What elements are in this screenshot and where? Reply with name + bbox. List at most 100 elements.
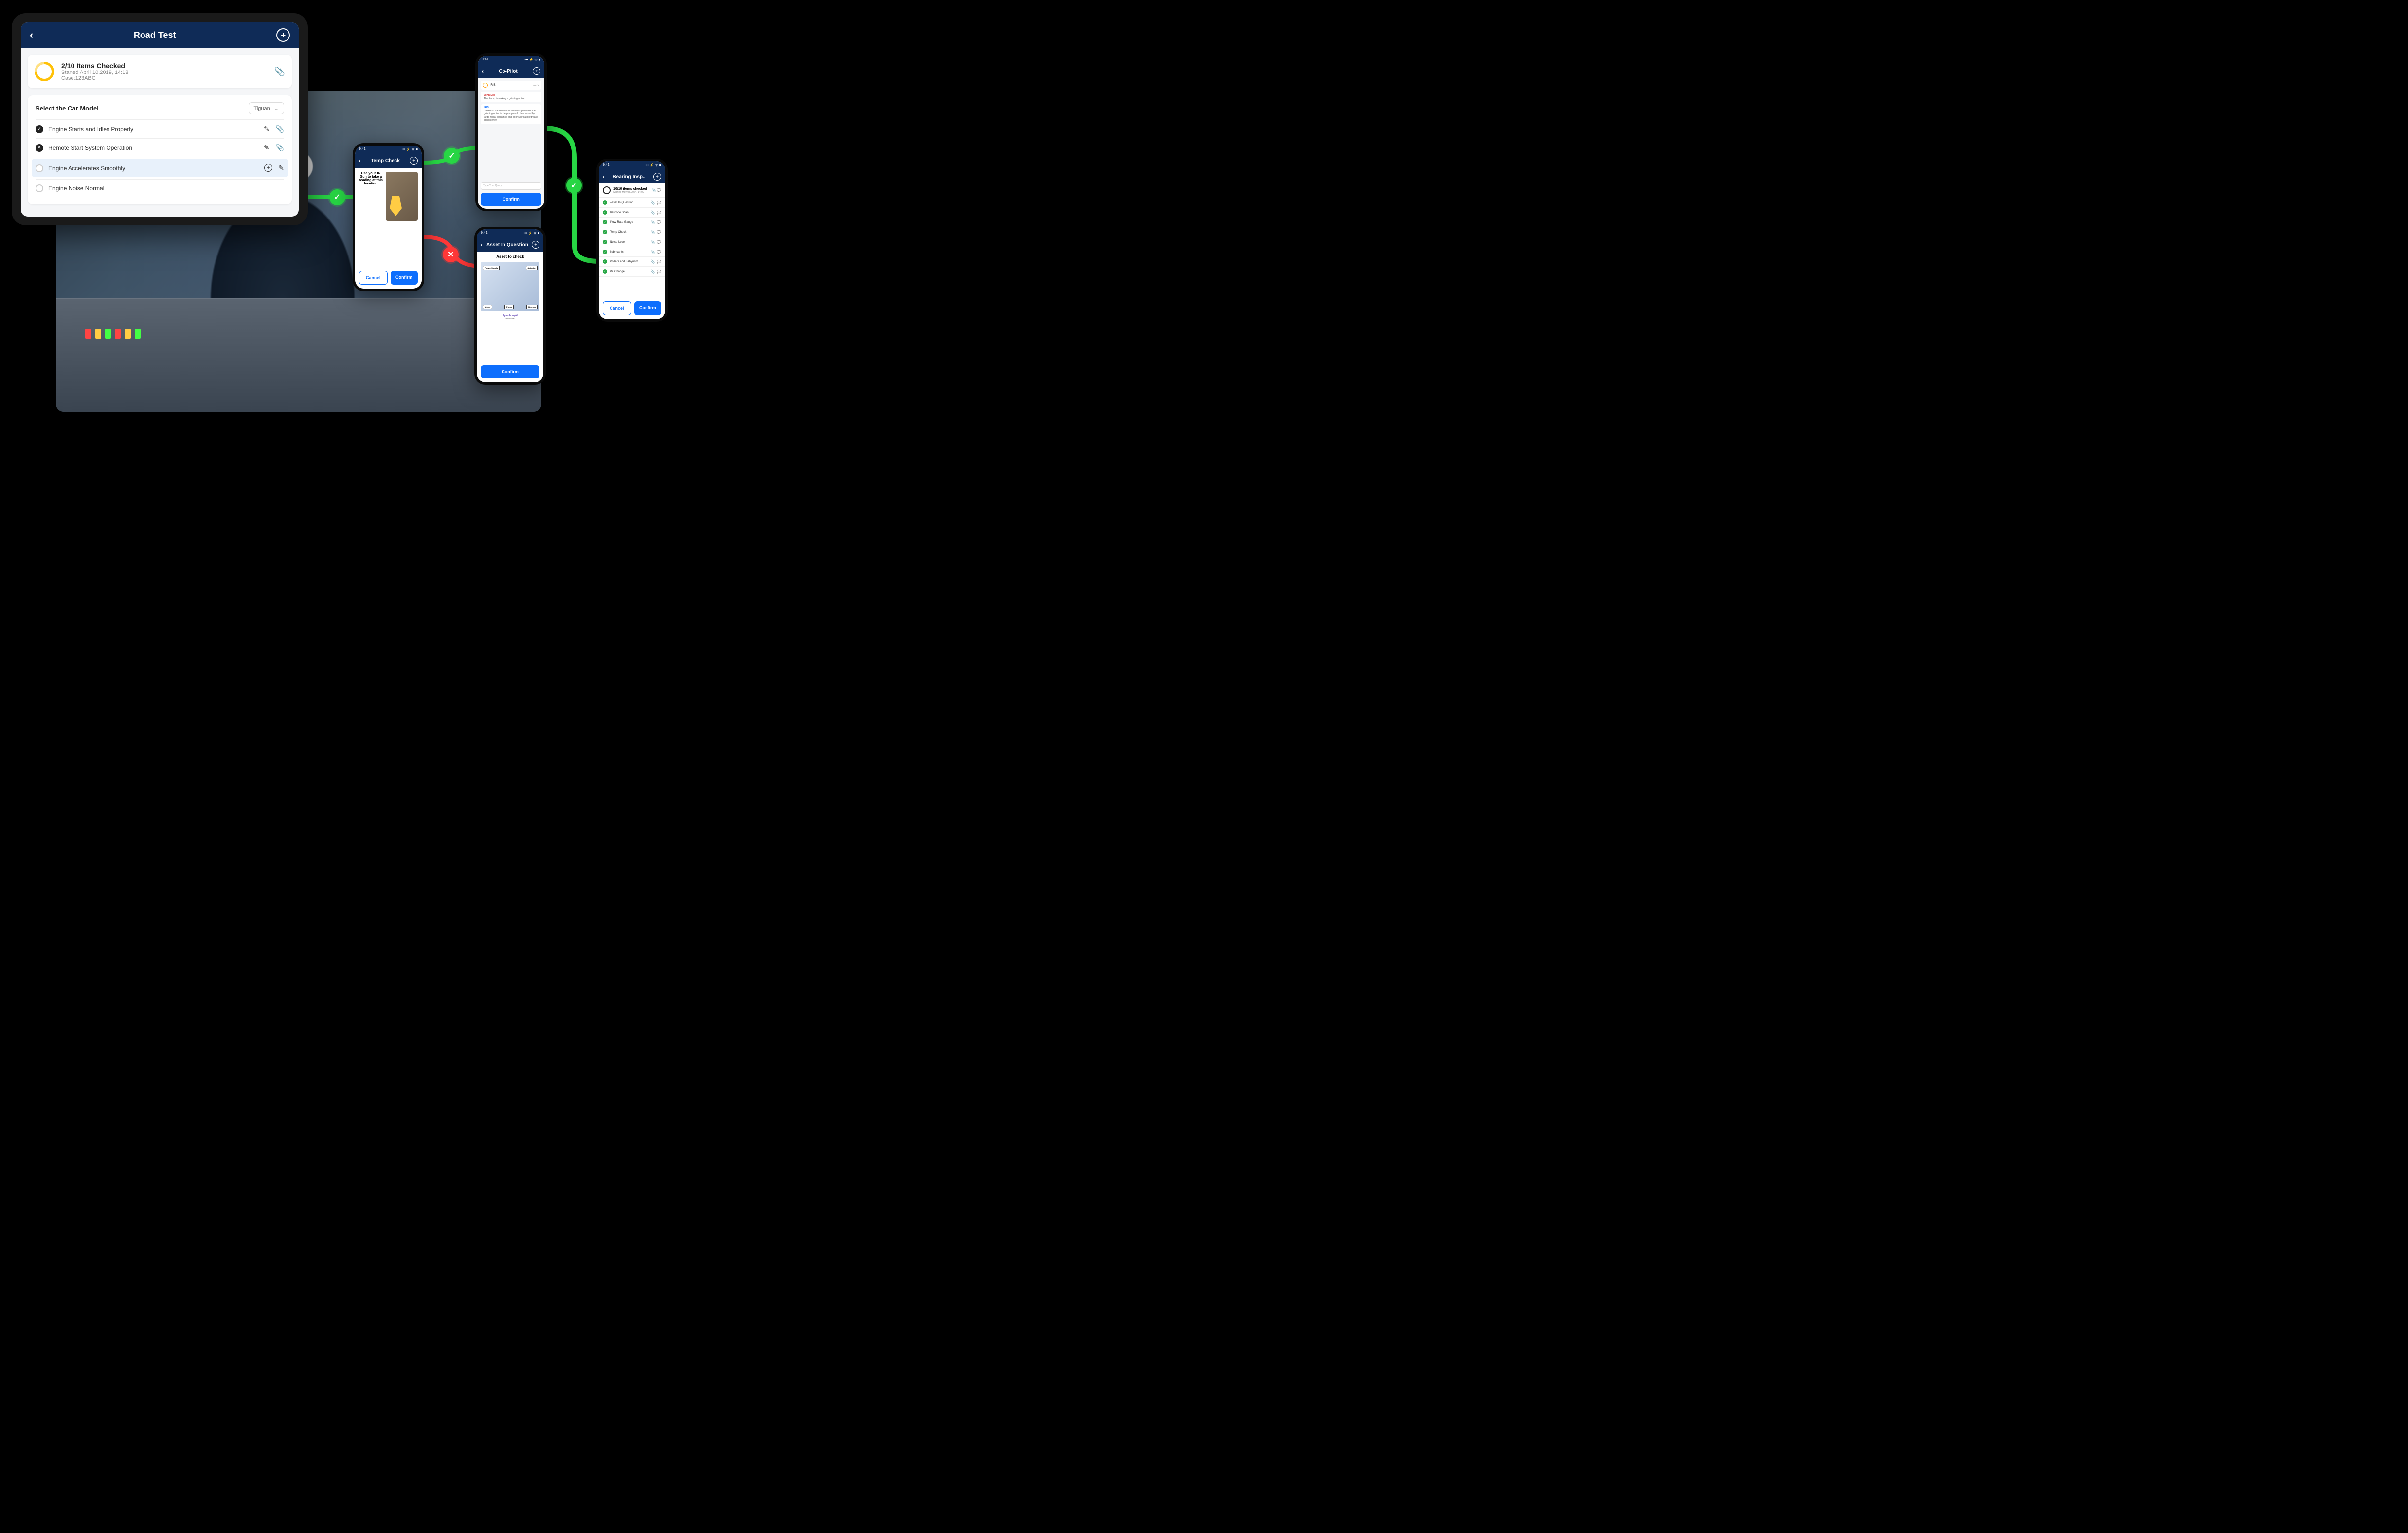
chat-input[interactable]: Type Your Query › <box>481 182 541 190</box>
phone-status-bar: 9:41••• ⚡ ᯤ ■ <box>599 161 665 170</box>
phone-status-bar: 9:41••• ⚡ ᯤ ■ <box>477 229 543 238</box>
dropdown-value: Tiguan <box>254 106 270 111</box>
cancel-button[interactable]: Cancel <box>603 301 631 315</box>
asset-label-power: Power Supply <box>483 266 500 270</box>
attachment-icon[interactable]: 📎 <box>651 260 655 264</box>
confirm-button[interactable]: Confirm <box>391 271 418 285</box>
attachment-icon[interactable]: 📎 <box>651 230 655 234</box>
page-title: Asset In Question <box>483 242 532 248</box>
add-button[interactable]: + <box>533 67 540 75</box>
item-label: Asset In Question <box>610 201 651 204</box>
progress-started: Started May 08,2024, 14:00 <box>613 191 647 194</box>
confirm-button[interactable]: Confirm <box>481 365 539 378</box>
send-icon[interactable]: › <box>538 184 539 187</box>
attachment-icon[interactable]: 📎 <box>651 270 655 274</box>
item-label: Engine Accelerates Smoothly <box>48 165 264 172</box>
status-check-icon: ✓ <box>603 259 607 264</box>
checklist-item[interactable]: ✓ Oil Change 📎💬 <box>599 267 665 277</box>
control-panel-illustration <box>56 298 541 412</box>
page-title: Bearing Insp.. <box>605 174 653 180</box>
item-label: Temp Check <box>610 231 651 234</box>
attachment-icon[interactable]: 📎 <box>651 250 655 254</box>
comment-icon[interactable]: 💬 <box>657 260 661 264</box>
flow-node-check-3: ✓ <box>566 178 582 193</box>
edit-icon[interactable]: ✎ <box>264 144 270 152</box>
add-button[interactable]: + <box>653 173 661 181</box>
checklist-item[interactable]: ✓ Asset In Question 📎💬 <box>599 198 665 208</box>
status-check-icon: ✓ <box>603 269 607 274</box>
checklist-item[interactable]: ✓ Temp Check 📎💬 <box>599 227 665 237</box>
progress-counter: 2/10 Items Checked <box>61 62 128 70</box>
comment-icon[interactable]: 💬 <box>657 220 661 224</box>
status-check-icon: ✓ <box>603 250 607 254</box>
attachment-icon[interactable]: 📎 <box>651 211 655 215</box>
asset-label-bearing: Bearing <box>526 305 538 309</box>
minimize-icon[interactable]: — ✕ <box>533 84 539 87</box>
item-label: Noise Level <box>610 241 651 244</box>
instruction-text: Use your IR Gun to take a reading at thi… <box>359 172 383 221</box>
checklist-item[interactable]: ✕ Remote Start System Operation ✎📎 <box>36 138 284 157</box>
attachment-icon[interactable]: 📎 <box>276 144 284 152</box>
checklist-item[interactable]: ✓ Flow Rate Gauge 📎💬 <box>599 218 665 227</box>
back-button[interactable]: ‹ <box>30 29 33 41</box>
status-icon <box>36 184 43 192</box>
add-button[interactable]: + <box>410 157 418 165</box>
attachment-icon[interactable]: 📎 💬 <box>652 188 661 192</box>
phone-bearing: 9:41••• ⚡ ᯤ ■ ‹ Bearing Insp.. + 10/10 i… <box>596 159 668 322</box>
message-text: The Pump is making a grinding noise. <box>484 97 539 101</box>
attachment-icon[interactable]: 📎 <box>276 125 284 133</box>
car-model-dropdown[interactable]: Tiguan ⌄ <box>249 102 284 114</box>
confirm-button[interactable]: Confirm <box>634 301 662 315</box>
flow-node-check-2: ✓ <box>444 148 460 164</box>
asset-label-pump: Pump <box>504 305 514 309</box>
checklist-item[interactable]: ✓ Lubricants 📎💬 <box>599 247 665 257</box>
comment-icon[interactable]: 💬 <box>657 240 661 244</box>
message-text: Based on the relevant documents provided… <box>484 110 539 122</box>
input-placeholder: Type Your Query <box>483 184 502 187</box>
checklist-item[interactable]: ✓ Engine Starts and Idles Properly ✎📎 <box>36 119 284 138</box>
comment-icon[interactable]: 💬 <box>657 250 661 254</box>
checklist-item[interactable]: ✓ Collars and Labyrinth 📎💬 <box>599 257 665 267</box>
checklist-item[interactable]: Engine Noise Normal <box>36 179 284 197</box>
tablet-device: ‹ Road Test + 2/10 Items Checked Started… <box>12 13 308 225</box>
attachment-icon[interactable]: 📎 <box>651 240 655 244</box>
edit-icon[interactable]: ✎ <box>278 164 284 172</box>
status-check-icon: ✓ <box>603 220 607 224</box>
comment-icon[interactable]: 💬 <box>657 270 661 274</box>
checklist-item[interactable]: Engine Accelerates Smoothly + ✎ <box>32 159 288 177</box>
item-label: Collars and Labyrinth <box>610 260 651 263</box>
add-button[interactable]: + <box>276 28 290 42</box>
checklist-item[interactable]: ✓ Barcode Scan 📎💬 <box>599 208 665 218</box>
status-check-icon: ✓ <box>603 240 607 244</box>
confirm-button[interactable]: Confirm <box>481 193 541 206</box>
chat-message-user: John Doe The Pump is making a grinding n… <box>481 92 541 102</box>
form-card: Select the Car Model Tiguan ⌄ ✓ Engine S… <box>28 95 292 204</box>
attachment-icon[interactable]: 📎 <box>651 201 655 205</box>
attachment-icon[interactable]: 📎 <box>651 220 655 224</box>
status-check-icon: ✓ <box>603 200 607 205</box>
checklist-item[interactable]: ✓ Noise Level 📎💬 <box>599 237 665 247</box>
chat-message-iris: IRIS Based on the relevant documents pro… <box>481 104 541 124</box>
brand-label: SymphonyAI Industrial <box>477 311 543 323</box>
comment-icon[interactable]: 💬 <box>657 230 661 234</box>
item-label: Lubricants <box>610 251 651 254</box>
page-title: Temp Check <box>361 158 410 164</box>
add-icon[interactable]: + <box>264 164 272 172</box>
asset-label-actuator: Actuator <box>526 266 538 270</box>
status-check-icon: ✓ <box>603 210 607 215</box>
asset-label-motor: Motor <box>483 305 492 309</box>
item-label: Engine Noise Normal <box>48 185 284 192</box>
tablet-header: ‹ Road Test + <box>21 22 299 48</box>
comment-icon[interactable]: 💬 <box>657 211 661 215</box>
add-button[interactable]: + <box>532 241 539 249</box>
attachment-icon[interactable]: 📎 <box>274 67 285 77</box>
cancel-button[interactable]: Cancel <box>359 271 388 285</box>
page-title: Road Test <box>33 30 276 40</box>
comment-icon[interactable]: 💬 <box>657 201 661 205</box>
phone-status-bar: 9:41••• ⚡ ᯤ ■ <box>355 146 422 154</box>
edit-icon[interactable]: ✎ <box>264 125 270 133</box>
flow-node-x: ✕ <box>443 247 459 262</box>
progress-counter: 10/10 items checked <box>613 187 647 191</box>
item-label: Flow Rate Gauge <box>610 221 651 224</box>
item-label: Barcode Scan <box>610 211 651 214</box>
